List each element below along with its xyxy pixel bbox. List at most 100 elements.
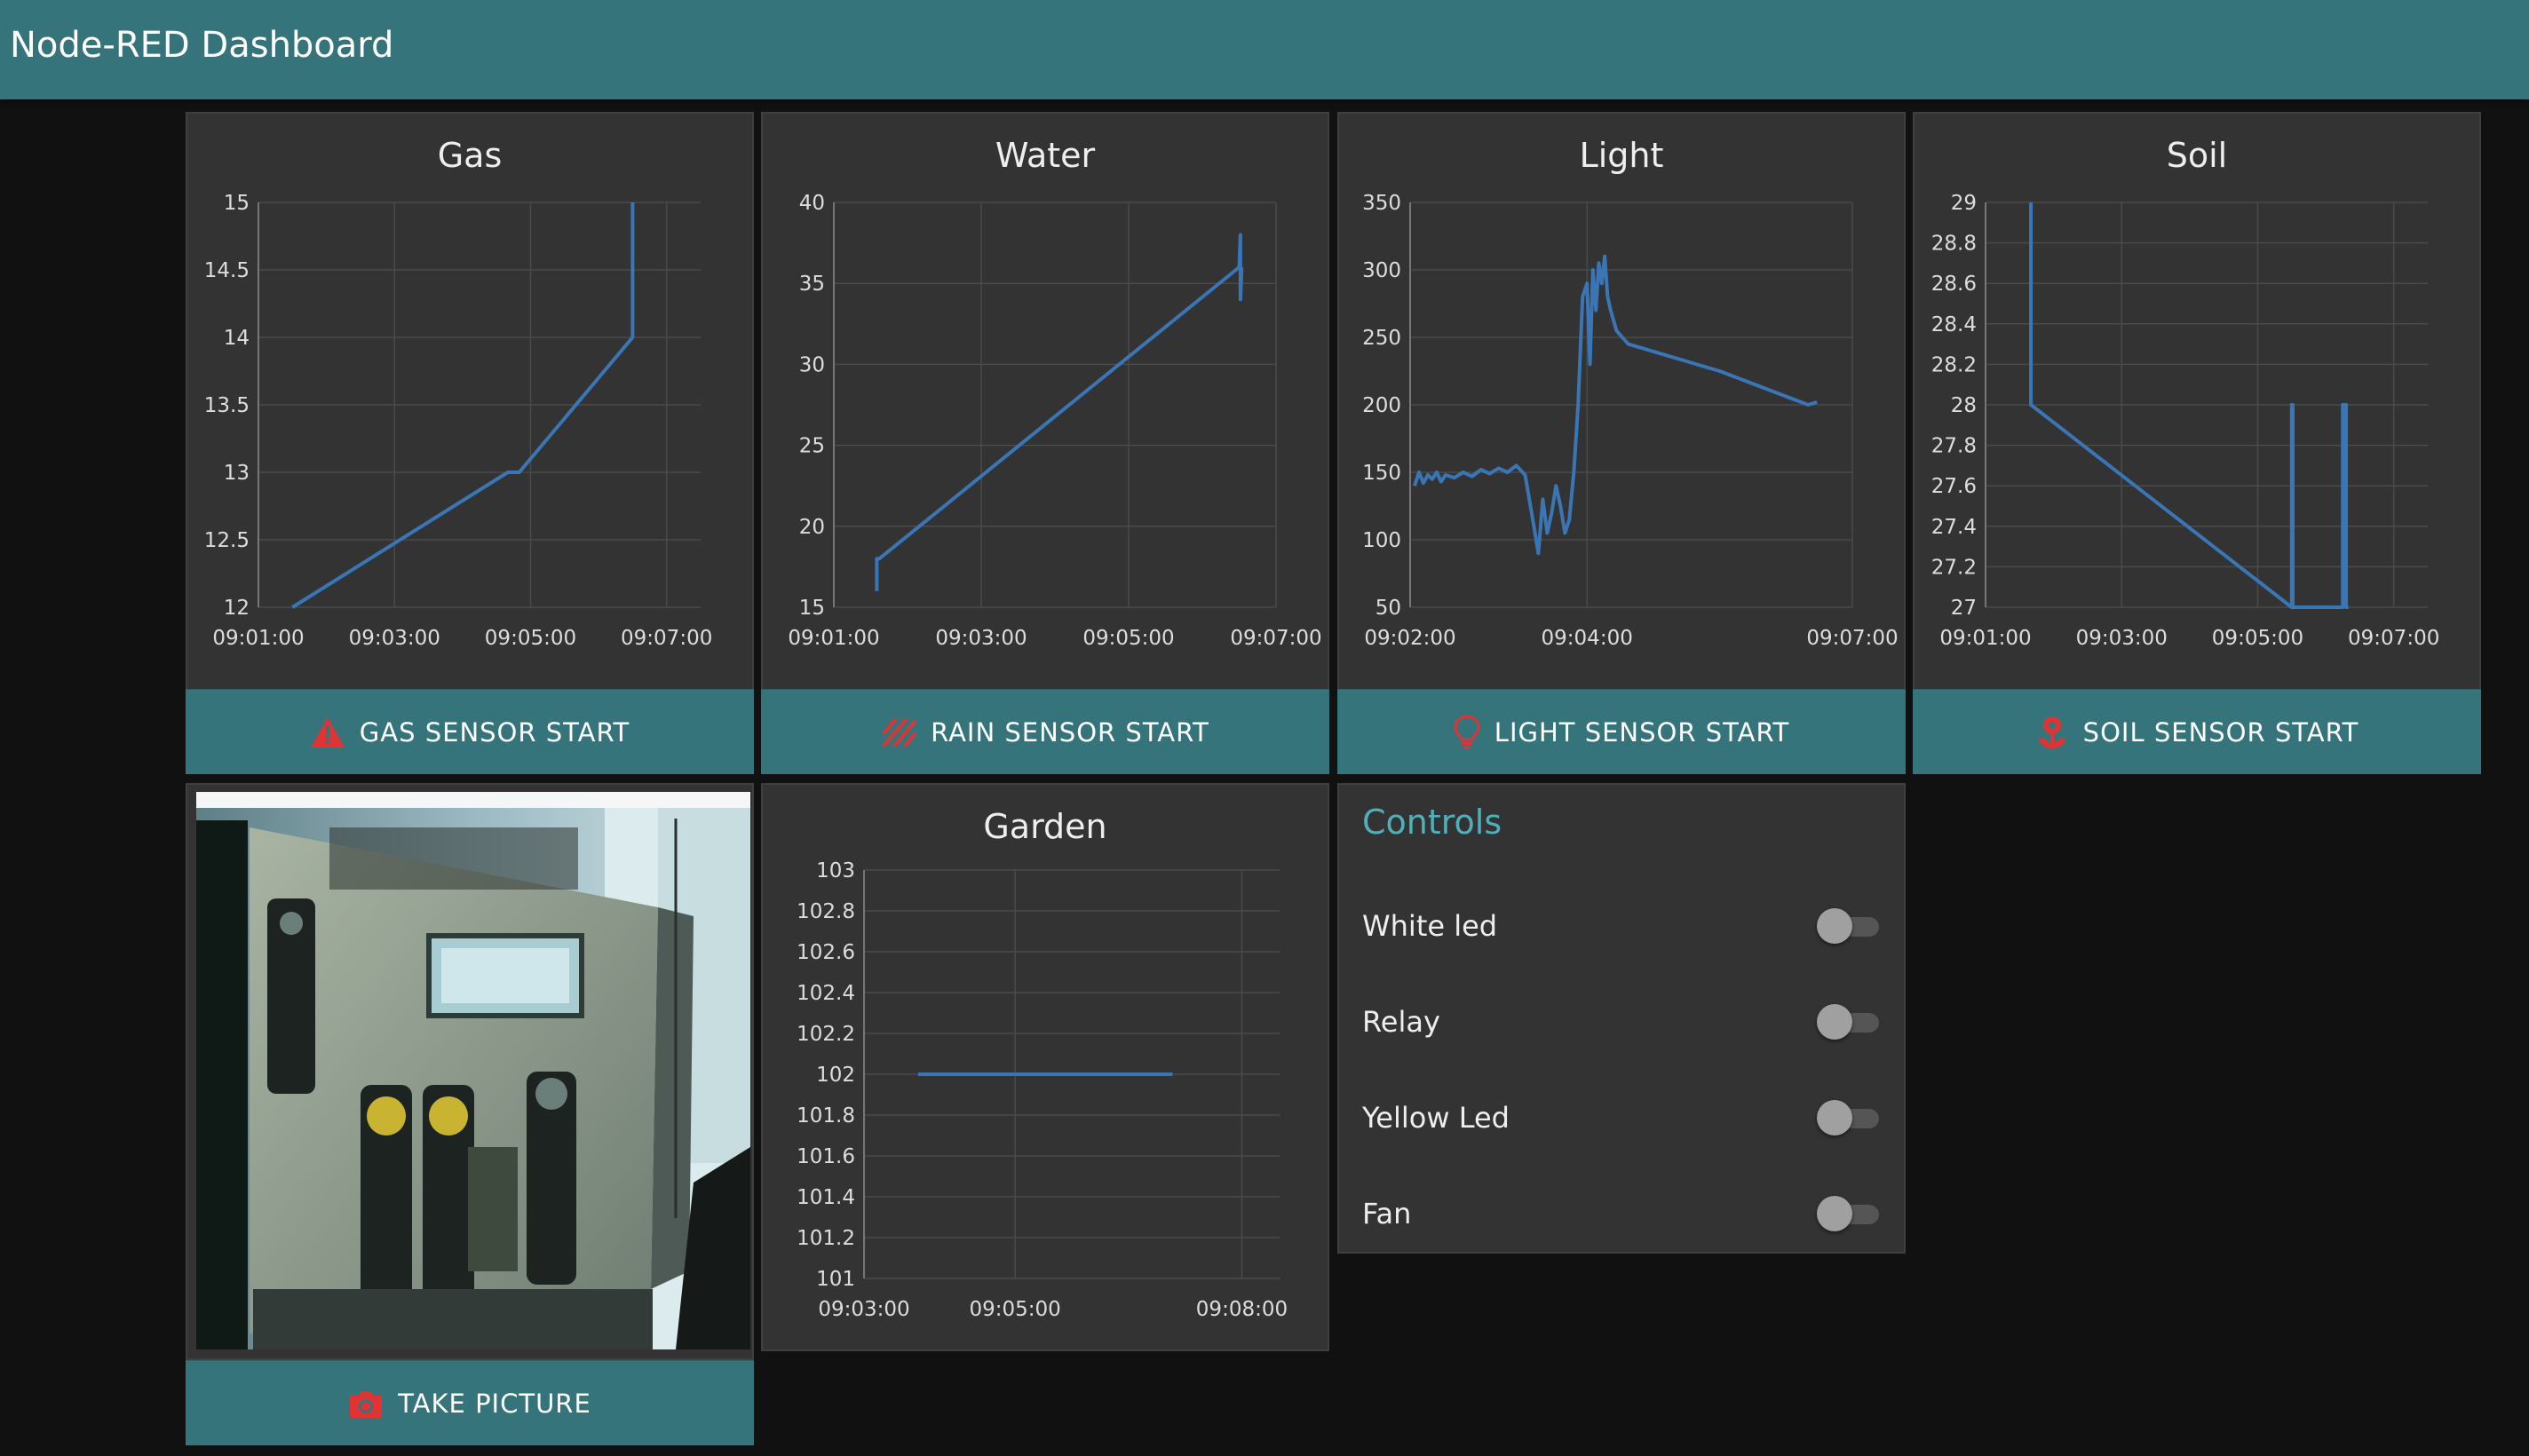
y-tick-label: 27.2 bbox=[1931, 556, 1977, 579]
rain-sensor-start-button[interactable]: RAIN SENSOR START bbox=[761, 689, 1329, 774]
toggle-knob bbox=[1817, 1100, 1852, 1136]
control-row-white-led: White led bbox=[1362, 899, 1881, 953]
white-led-label: White led bbox=[1362, 909, 1498, 943]
relay-toggle[interactable] bbox=[1817, 1004, 1881, 1040]
y-tick-label: 14.5 bbox=[204, 259, 250, 282]
rain-sensor-start-label: RAIN SENSOR START bbox=[931, 716, 1209, 748]
y-tick-label: 28 bbox=[1951, 394, 1977, 417]
control-row-relay: Relay bbox=[1362, 995, 1881, 1048]
y-tick-label: 103 bbox=[816, 859, 855, 882]
toggle-knob bbox=[1817, 908, 1852, 944]
x-tick-label: 09:01:00 bbox=[1939, 627, 2031, 650]
light-chart-card: Light 350 300 250 200 150 100 50 09:02:00 09:04:0… bbox=[1337, 112, 1906, 694]
x-tick-label: 09:07:00 bbox=[1806, 627, 1898, 650]
light-sensor-start-button[interactable]: LIGHT SENSOR START bbox=[1337, 689, 1906, 774]
y-tick-label: 28.6 bbox=[1931, 273, 1977, 296]
x-tick-label: 09:05:00 bbox=[1082, 627, 1174, 650]
y-tick-label: 102.2 bbox=[797, 1023, 855, 1046]
y-tick-label: 25 bbox=[799, 435, 825, 458]
x-tick-label: 09:03:00 bbox=[818, 1298, 909, 1321]
chart-title: Gas bbox=[438, 136, 503, 175]
y-tick-label: 13.5 bbox=[204, 394, 250, 417]
y-tick-label: 13 bbox=[224, 462, 250, 485]
y-tick-label: 15 bbox=[224, 192, 250, 215]
take-picture-label: TAKE PICTURE bbox=[398, 1388, 591, 1419]
garden-chart: Garden 103 102.8 102.6 102.4 102.2 102 101.8 101… bbox=[797, 807, 1288, 1321]
x-tick-label: 09:02:00 bbox=[1364, 627, 1455, 650]
chart-title: Garden bbox=[983, 807, 1106, 846]
y-tick-label: 27.8 bbox=[1931, 435, 1977, 458]
x-tick-label: 09:01:00 bbox=[212, 627, 304, 650]
y-tick-label: 102 bbox=[816, 1064, 855, 1087]
light-chart: Light 350 300 250 200 150 100 50 09:02:00 09:04:0… bbox=[1362, 136, 1899, 650]
yellow-led-label: Yellow Led bbox=[1362, 1101, 1510, 1135]
camera-card bbox=[186, 783, 754, 1360]
x-tick-label: 09:03:00 bbox=[2076, 627, 2168, 650]
camera-icon bbox=[348, 1388, 384, 1420]
y-tick-label: 28.4 bbox=[1931, 313, 1977, 336]
water-chart: Water 40 35 30 25 20 15 09:01:00 09:03:00 09:05:0… bbox=[788, 136, 1321, 650]
y-tick-label: 27 bbox=[1951, 597, 1977, 620]
control-row-fan: Fan bbox=[1362, 1187, 1881, 1240]
x-tick-label: 09:08:00 bbox=[1196, 1298, 1288, 1321]
plant-icon bbox=[2035, 715, 2069, 750]
soil-sensor-start-button[interactable]: SOIL SENSOR START bbox=[1913, 689, 2481, 774]
y-tick-label: 102.4 bbox=[797, 982, 855, 1005]
warning-triangle-icon bbox=[310, 716, 345, 748]
rain-icon bbox=[881, 716, 917, 748]
lightbulb-icon bbox=[1454, 714, 1480, 750]
y-tick-label: 12 bbox=[224, 597, 250, 620]
y-tick-label: 12.5 bbox=[204, 529, 250, 552]
camera-image bbox=[196, 792, 750, 1349]
x-tick-label: 09:07:00 bbox=[621, 627, 712, 650]
chart-title: Water bbox=[995, 136, 1096, 175]
y-tick-label: 200 bbox=[1362, 394, 1401, 417]
x-tick-label: 09:03:00 bbox=[349, 627, 440, 650]
controls-card: Controls White led Relay Yellow Led Fan bbox=[1337, 783, 1906, 1254]
y-tick-label: 15 bbox=[799, 597, 825, 620]
y-tick-label: 101.4 bbox=[797, 1186, 855, 1209]
gas-sensor-start-button[interactable]: GAS SENSOR START bbox=[186, 689, 754, 774]
controls-title: Controls bbox=[1362, 803, 1502, 842]
y-tick-label: 101.2 bbox=[797, 1227, 855, 1250]
gas-chart: Gas 15 14.5 14 13.5 13 12.5 12 09:01:00 09:03:00 0… bbox=[204, 136, 713, 650]
y-tick-label: 250 bbox=[1362, 327, 1401, 350]
gas-chart-card: Gas 15 14.5 14 13.5 13 12.5 12 09:01:00 09:03:00 0… bbox=[186, 112, 754, 694]
water-chart-card: Water 40 35 30 25 20 15 09:01:00 09:03:00 09:05:0… bbox=[761, 112, 1329, 694]
y-tick-label: 101.8 bbox=[797, 1104, 855, 1128]
y-tick-label: 29 bbox=[1951, 192, 1977, 215]
fan-label: Fan bbox=[1362, 1197, 1412, 1230]
y-tick-label: 101 bbox=[816, 1268, 855, 1291]
series-line bbox=[875, 233, 1244, 591]
toggle-knob bbox=[1817, 1196, 1852, 1231]
y-tick-label: 28.8 bbox=[1931, 233, 1977, 256]
white-led-toggle[interactable] bbox=[1817, 908, 1881, 944]
y-tick-label: 20 bbox=[799, 516, 825, 539]
light-sensor-start-label: LIGHT SENSOR START bbox=[1494, 716, 1790, 748]
y-tick-label: 150 bbox=[1362, 462, 1401, 485]
soil-chart: Soil 29 28.8 28.6 28.4 28.2 28 27.8 27.6 27.4 27.2… bbox=[1931, 136, 2440, 650]
x-tick-label: 09:07:00 bbox=[2348, 627, 2439, 650]
y-tick-label: 300 bbox=[1362, 259, 1401, 282]
y-tick-label: 350 bbox=[1362, 192, 1401, 215]
y-tick-label: 102.8 bbox=[797, 900, 855, 923]
y-tick-label: 30 bbox=[799, 353, 825, 376]
x-tick-label: 09:07:00 bbox=[1230, 627, 1321, 650]
fan-toggle[interactable] bbox=[1817, 1196, 1881, 1231]
soil-sensor-start-label: SOIL SENSOR START bbox=[2082, 716, 2359, 748]
top-toolbar: Node-RED Dashboard bbox=[0, 0, 2529, 99]
x-tick-label: 09:05:00 bbox=[2212, 627, 2303, 650]
yellow-led-toggle[interactable] bbox=[1817, 1100, 1881, 1136]
garden-chart-card: Garden 103 102.8 102.6 102.4 102.2 102 101.8 101… bbox=[761, 783, 1329, 1351]
y-tick-label: 27.6 bbox=[1931, 475, 1977, 498]
y-tick-label: 50 bbox=[1375, 597, 1401, 620]
soil-chart-card: Soil 29 28.8 28.6 28.4 28.2 28 27.8 27.6 27.4 27.2… bbox=[1913, 112, 2481, 694]
chart-title: Soil bbox=[2167, 136, 2228, 175]
y-tick-label: 40 bbox=[799, 192, 825, 215]
toggle-knob bbox=[1817, 1004, 1852, 1040]
chart-title: Light bbox=[1580, 136, 1664, 175]
y-tick-label: 102.6 bbox=[797, 941, 855, 964]
take-picture-button[interactable]: TAKE PICTURE bbox=[186, 1360, 754, 1445]
x-tick-label: 09:01:00 bbox=[788, 627, 879, 650]
x-tick-label: 09:04:00 bbox=[1542, 627, 1633, 650]
